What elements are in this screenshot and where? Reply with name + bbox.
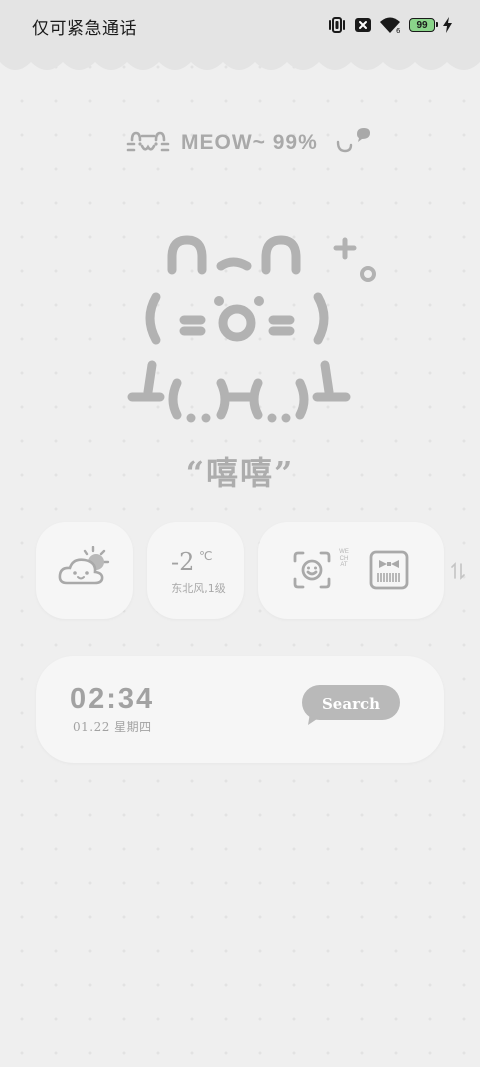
cat-face-illustration <box>127 235 376 423</box>
weather-icon-card[interactable] <box>36 522 133 619</box>
partly-cloudy-icon <box>58 546 110 585</box>
wechat-shortcut-card: WECHAT <box>258 522 444 619</box>
quote-text: “嘻嘻” <box>185 454 295 492</box>
svg-text:6: 6 <box>396 27 401 34</box>
wechat-label: WECHAT <box>339 549 349 569</box>
search-label: Search <box>321 695 381 713</box>
scallop-border <box>0 48 480 70</box>
status-bar: 仅可紧急通话 6 99 <box>0 0 480 50</box>
scan-smile-icon[interactable] <box>292 550 332 590</box>
clock-time: 02:34 <box>70 683 155 715</box>
clock-date: 01.22 星期四 <box>73 720 152 734</box>
small-cat-icon <box>126 131 170 152</box>
wind-text: 东北风,1级 <box>171 582 226 595</box>
carrier-text: 仅可紧急通话 <box>32 19 137 39</box>
sort-arrows-icon[interactable] <box>451 562 465 580</box>
vibrate-icon <box>329 17 345 33</box>
temperature-unit: ℃ <box>199 549 213 563</box>
meow-widget[interactable]: MEOW~ 99% <box>0 126 480 160</box>
search-button[interactable]: Search <box>302 685 400 725</box>
charging-icon <box>443 17 452 33</box>
clock-search-card: 02:34 01.22 星期四 Search <box>36 656 444 763</box>
no-sim-icon <box>355 18 371 32</box>
temperature-value: -2 <box>171 548 195 576</box>
battery-icon: 99 <box>409 18 438 32</box>
temperature-card[interactable]: -2 ℃ 东北风,1级 <box>147 522 244 619</box>
wifi-icon: 6 <box>380 17 401 34</box>
status-icons: 6 99 <box>327 14 452 36</box>
meow-battery-text: MEOW~ 99% <box>181 131 318 154</box>
home-screen: { "status_bar": { "carrier_text": "仅可紧急通… <box>0 0 480 1067</box>
speech-bubble-icon <box>336 128 370 153</box>
pay-code-icon[interactable] <box>369 550 409 590</box>
